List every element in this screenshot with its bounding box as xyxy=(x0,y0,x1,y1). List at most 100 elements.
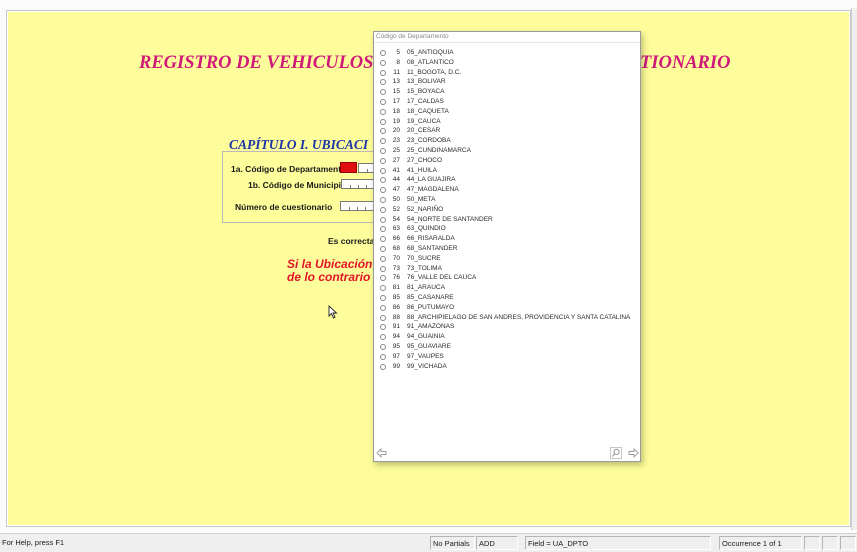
option-name: 73_TOLIMA xyxy=(407,264,442,272)
option-name: 47_MAGDALENA xyxy=(407,186,459,194)
option-name: 18_CAQUETA xyxy=(407,107,449,115)
radio-button[interactable] xyxy=(380,138,386,145)
list-item[interactable]: 86 86_PUTUMAYO xyxy=(380,303,638,313)
radio-button[interactable] xyxy=(380,343,386,350)
radio-button[interactable] xyxy=(380,98,386,105)
list-item[interactable]: 88 88_ARCHIPIELAGO DE SAN ANDRES, PROVIDE… xyxy=(380,313,638,323)
arrow-left-icon[interactable] xyxy=(376,447,387,460)
departamento-input-active[interactable] xyxy=(340,162,357,173)
list-item[interactable]: 70 70_SUCRE xyxy=(380,254,638,264)
list-item[interactable]: 97 97_VAUPES xyxy=(380,352,638,362)
list-item[interactable]: 19 19_CAUCA xyxy=(380,117,638,127)
radio-button[interactable] xyxy=(380,79,386,86)
search-icon[interactable] xyxy=(610,447,622,461)
list-item[interactable]: 17 17_CALDAS xyxy=(380,97,638,107)
radio-button[interactable] xyxy=(380,118,386,125)
popup-title: Código de Departamento xyxy=(374,32,640,43)
list-item[interactable]: 13 13_BOLIVAR xyxy=(380,77,638,87)
list-item[interactable]: 73 73_TOLIMA xyxy=(380,264,638,274)
radio-button[interactable] xyxy=(380,363,386,370)
radio-button[interactable] xyxy=(380,236,386,243)
mouse-cursor-icon xyxy=(328,304,338,322)
list-item[interactable]: 18 18_CAQUETA xyxy=(380,107,638,117)
option-code: 91 xyxy=(392,323,400,331)
field-1a-label: 1a. Código de Departamento xyxy=(231,164,347,174)
option-name: 50_META xyxy=(407,195,436,203)
municipio-input[interactable] xyxy=(341,179,374,189)
option-code: 99 xyxy=(392,362,400,370)
option-name: 70_SUCRE xyxy=(407,254,441,262)
radio-button[interactable] xyxy=(380,216,386,223)
departamento-input[interactable] xyxy=(358,163,374,173)
radio-button[interactable] xyxy=(380,59,386,66)
status-pane-extra-2 xyxy=(822,536,838,550)
list-item[interactable]: 81 81_ARAUCA xyxy=(380,283,638,293)
list-item[interactable]: 23 23_CORDOBA xyxy=(380,136,638,146)
list-item[interactable]: 52 52_NARIÑO xyxy=(380,205,638,215)
radio-button[interactable] xyxy=(380,196,386,203)
option-code: 44 xyxy=(392,176,400,184)
list-item[interactable]: 41 41_HUILA xyxy=(380,166,638,176)
option-name: 13_BOLIVAR xyxy=(407,78,446,86)
option-code: 88 xyxy=(392,313,400,321)
radio-button[interactable] xyxy=(380,245,386,252)
cuestionario-input[interactable] xyxy=(340,201,374,211)
radio-button[interactable] xyxy=(380,167,386,174)
radio-button[interactable] xyxy=(380,285,386,292)
arrow-right-icon[interactable] xyxy=(628,447,639,460)
list-item[interactable]: 44 44_LA GUAJIRA xyxy=(380,175,638,185)
option-code: 54 xyxy=(392,215,400,223)
list-item[interactable]: 68 68_SANTANDER xyxy=(380,244,638,254)
list-item[interactable]: 95 95_GUAVIARE xyxy=(380,342,638,352)
list-item[interactable]: 91 91_AMAZONAS xyxy=(380,322,638,332)
list-item[interactable]: 27 27_CHOCO xyxy=(380,156,638,166)
list-item[interactable]: 5 05_ANTIOQUIA xyxy=(380,48,638,58)
radio-button[interactable] xyxy=(380,187,386,194)
radio-button[interactable] xyxy=(380,69,386,76)
radio-button[interactable] xyxy=(380,265,386,272)
radio-button[interactable] xyxy=(380,108,386,115)
list-item[interactable]: 25 25_CUNDINAMARCA xyxy=(380,146,638,156)
radio-button[interactable] xyxy=(380,157,386,164)
list-item[interactable]: 63 63_QUINDIO xyxy=(380,224,638,234)
option-name: 05_ANTIOQUIA xyxy=(407,49,454,56)
option-name: 91_AMAZONAS xyxy=(407,323,455,331)
list-item[interactable]: 54 54_NORTE DE SANTANDER xyxy=(380,215,638,225)
departamento-list: 5 05_ANTIOQUIA 8 08_ATLANTICO 11 11_BOGOTA, D… xyxy=(380,48,638,371)
option-name: 99_VICHADA xyxy=(407,362,447,370)
warning-line-1: Si la Ubicación xyxy=(287,257,373,271)
radio-button[interactable] xyxy=(380,255,386,262)
radio-button[interactable] xyxy=(380,353,386,360)
option-name: 95_GUAVIARE xyxy=(407,342,451,350)
radio-button[interactable] xyxy=(380,334,386,341)
radio-button[interactable] xyxy=(380,177,386,184)
radio-button[interactable] xyxy=(380,50,386,56)
radio-button[interactable] xyxy=(380,206,386,213)
list-item[interactable]: 11 11_BOGOTA, D.C. xyxy=(380,68,638,78)
list-item[interactable]: 99 99_VICHADA xyxy=(380,362,638,372)
radio-button[interactable] xyxy=(380,304,386,311)
list-item[interactable]: 50 50_META xyxy=(380,195,638,205)
list-item[interactable]: 15 15_BOYACA xyxy=(380,87,638,97)
radio-button[interactable] xyxy=(380,275,386,282)
list-item[interactable]: 66 66_RISARALDA xyxy=(380,234,638,244)
list-item[interactable]: 94 94_GUAINIA xyxy=(380,332,638,342)
radio-button[interactable] xyxy=(380,128,386,135)
radio-button[interactable] xyxy=(380,147,386,154)
radio-button[interactable] xyxy=(380,89,386,96)
list-item[interactable]: 47 47_MAGDALENA xyxy=(380,185,638,195)
option-code: 73 xyxy=(392,264,400,272)
radio-button[interactable] xyxy=(380,314,386,321)
option-code: 85 xyxy=(392,293,400,301)
option-name: 25_CUNDINAMARCA xyxy=(407,146,471,154)
option-code: 66 xyxy=(392,235,400,243)
list-item[interactable]: 76 76_VALLE DEL CAUCA xyxy=(380,273,638,283)
radio-button[interactable] xyxy=(380,226,386,233)
list-item[interactable]: 20 20_CESAR xyxy=(380,126,638,136)
radio-button[interactable] xyxy=(380,324,386,331)
radio-button[interactable] xyxy=(380,294,386,301)
list-item[interactable]: 8 08_ATLANTICO xyxy=(380,58,638,68)
option-code: 41 xyxy=(392,166,400,174)
status-field: Field = UA_DPTO xyxy=(525,536,711,550)
list-item[interactable]: 85 85_CASANARE xyxy=(380,293,638,303)
